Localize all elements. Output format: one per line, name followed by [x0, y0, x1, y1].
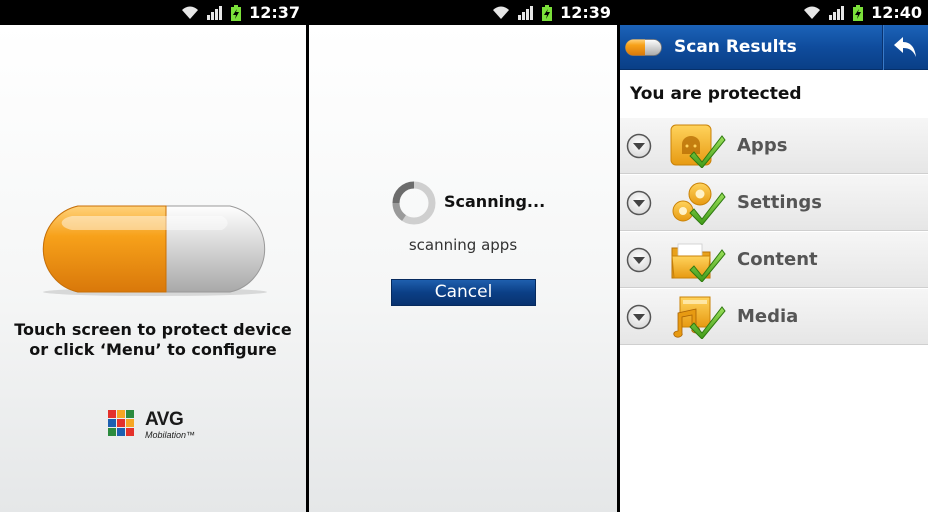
expand-chevron-icon[interactable] [626, 247, 652, 273]
scanning-title: Scanning... [444, 192, 546, 211]
category-label: Apps [737, 135, 788, 156]
category-row-apps[interactable]: Apps [620, 117, 928, 174]
battery-charging-icon [853, 4, 864, 21]
status-clock: 12:39 [560, 3, 611, 22]
category-row-content[interactable]: Content [620, 231, 928, 288]
back-button[interactable] [883, 25, 928, 70]
screen-scanning: 12:39 Scanning... scanning apps Cancel [309, 0, 617, 512]
instruction-line-2: or click ‘Menu’ to configure [29, 340, 277, 359]
screen-scan-results: 12:40 Scan Results You are protected App… [620, 0, 928, 512]
avg-product: Mobilation™ [145, 430, 196, 440]
avg-brand: AVG [145, 409, 184, 430]
signal-icon [829, 5, 845, 20]
protect-pill-icon[interactable] [32, 204, 278, 296]
category-row-media[interactable]: Media [620, 288, 928, 345]
category-label: Media [737, 306, 799, 327]
folder-check-icon [671, 243, 726, 282]
settings-check-icon [672, 182, 726, 225]
battery-charging-icon [231, 4, 242, 21]
page-title: Scan Results [674, 37, 797, 57]
loading-spinner-icon [392, 181, 436, 225]
results-header: Scan Results [620, 25, 928, 70]
status-clock: 12:40 [871, 3, 922, 22]
wifi-icon [804, 6, 821, 19]
cancel-button[interactable]: Cancel [391, 279, 536, 306]
back-arrow-icon [894, 37, 916, 57]
expand-chevron-icon[interactable] [626, 133, 652, 159]
wifi-icon [493, 6, 510, 19]
expand-chevron-icon[interactable] [626, 190, 652, 216]
status-clock: 12:37 [249, 3, 300, 22]
home-instructions: Touch screen to protect device or click … [0, 320, 306, 360]
status-bar: 12:40 [620, 0, 928, 25]
scanning-subtitle: scanning apps [408, 236, 518, 254]
protection-status: You are protected [630, 84, 802, 104]
screen-home: 12:37 Touch screen to protect device or … [0, 0, 306, 512]
category-label: Settings [737, 192, 822, 213]
apps-check-icon [670, 124, 726, 168]
instruction-line-1: Touch screen to protect device [14, 320, 292, 339]
status-bar: 12:39 [309, 0, 617, 25]
avg-mark-icon [108, 410, 134, 436]
media-check-icon [673, 296, 726, 339]
status-bar: 12:37 [0, 0, 306, 25]
scanning-background [309, 25, 617, 512]
app-pill-icon [625, 39, 662, 56]
wifi-icon [182, 6, 199, 19]
signal-icon [207, 5, 223, 20]
category-row-settings[interactable]: Settings [620, 174, 928, 231]
category-label: Content [737, 249, 818, 270]
signal-icon [518, 5, 534, 20]
battery-charging-icon [542, 4, 553, 21]
avg-logo: AVG Mobilation™ [108, 406, 208, 446]
expand-chevron-icon[interactable] [626, 304, 652, 330]
